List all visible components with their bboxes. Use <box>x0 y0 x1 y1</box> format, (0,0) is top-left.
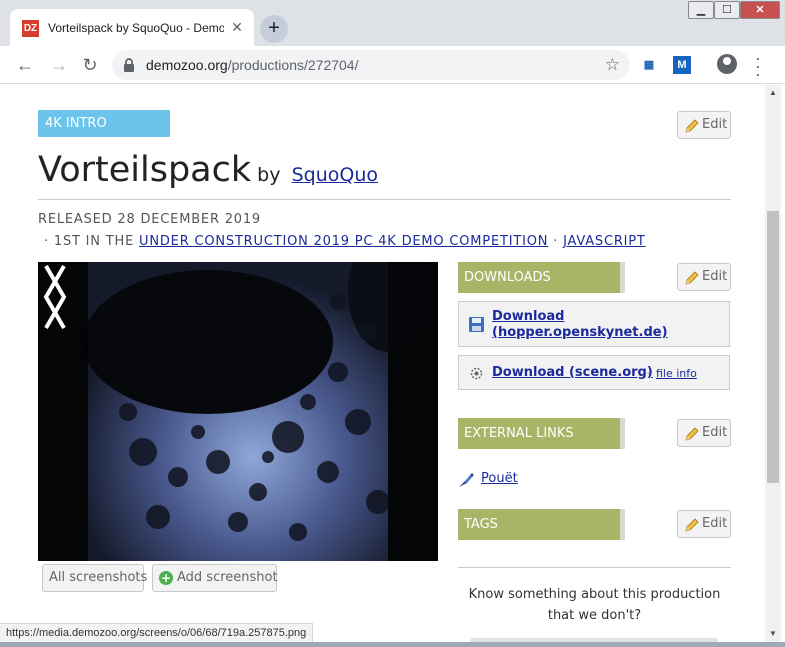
file-info-link[interactable]: file info <box>656 367 697 380</box>
maximize-button[interactable]: ☐ <box>714 1 740 19</box>
scroll-thumb[interactable] <box>767 211 779 483</box>
download-link[interactable]: Download (scene.org) <box>492 365 653 381</box>
add-screenshot-label: Add screenshot <box>177 570 278 585</box>
browser-menu-icon[interactable]: · · · <box>752 49 764 83</box>
extension-icon[interactable]: ▦ <box>640 56 658 74</box>
know-something-prompt: Know something about this production tha… <box>468 587 721 623</box>
screenshot-carousel[interactable] <box>38 262 438 561</box>
production-type-badge[interactable]: 4K INTRO <box>38 110 170 137</box>
production-meta: · 1ST IN THE UNDER CONSTRUCTION 2019 PC … <box>44 234 646 250</box>
meta-bullet: · <box>553 234 559 249</box>
url-path: /productions/272704/ <box>227 57 359 73</box>
page-scrollbar[interactable]: ▲ ▼ <box>765 85 781 642</box>
add-screenshot-button[interactable]: + Add screenshot <box>152 564 278 592</box>
all-screenshots-button[interactable]: All screenshots <box>42 564 147 592</box>
pouet-icon <box>459 473 474 487</box>
close-window-button[interactable]: ✕ <box>740 1 780 19</box>
lock-icon <box>124 58 134 72</box>
download-item: Download (scene.org) - file info <box>458 355 730 390</box>
release-date: RELEASED 28 DECEMBER 2019 <box>38 212 261 227</box>
new-tab-button[interactable]: + <box>260 15 288 43</box>
divider <box>458 567 731 568</box>
downloads-heading: DOWNLOADS <box>458 262 625 293</box>
tab-close-icon[interactable]: ✕ <box>228 18 246 36</box>
tags-heading: TAGS <box>458 509 625 540</box>
tab-title: Vorteilspack by SquoQuo - Demozoo <box>48 21 224 35</box>
edit-production-button[interactable]: Edit <box>677 111 731 139</box>
edit-label: Edit <box>702 117 728 132</box>
browser-toolbar: ← → ↻ demozoo.org/productions/272704/ ☆ … <box>0 46 785 84</box>
screenshot-image <box>38 262 438 561</box>
separator: - <box>647 366 651 379</box>
competition-link[interactable]: UNDER CONSTRUCTION 2019 PC 4K DEMO COMPE… <box>139 234 548 249</box>
favicon: DZ <box>22 20 39 37</box>
edit-downloads-button[interactable]: Edit <box>677 263 731 291</box>
download-item: Download (hopper.openskynet.de) <box>458 301 730 347</box>
scroll-up-arrow-icon[interactable]: ▲ <box>765 85 781 101</box>
pencil-icon <box>685 518 699 532</box>
window-frame <box>0 642 785 647</box>
floppy-icon <box>469 317 484 332</box>
address-bar[interactable]: demozoo.org/productions/272704/ ☆ <box>112 50 630 80</box>
pencil-icon <box>685 271 699 285</box>
add-icon: + <box>159 571 173 585</box>
edit-label: Edit <box>702 516 728 531</box>
platform-link[interactable]: JAVASCRIPT <box>563 234 646 249</box>
edit-label: Edit <box>702 425 728 440</box>
scroll-down-arrow-icon[interactable]: ▼ <box>765 626 781 642</box>
external-links-heading: EXTERNAL LINKS <box>458 418 625 449</box>
edit-tags-button[interactable]: Edit <box>677 510 731 538</box>
edit-label: Edit <box>702 269 728 284</box>
carousel-next-icon[interactable] <box>38 262 72 332</box>
url-text: demozoo.org/productions/272704/ <box>146 57 358 73</box>
author-link[interactable]: SquoQuo <box>292 164 378 186</box>
download-link[interactable]: Download (hopper.openskynet.de) <box>492 309 722 341</box>
page-title: Vorteilspack <box>38 150 252 190</box>
url-domain: demozoo.org <box>146 57 228 73</box>
forward-arrow-icon[interactable]: → <box>47 53 71 77</box>
back-arrow-icon[interactable]: ← <box>13 53 37 77</box>
meta-bullet: · <box>44 234 49 249</box>
browser-titlebar: DZ Vorteilspack by SquoQuo - Demozoo ✕ +… <box>0 0 785 46</box>
status-bar-url: https://media.demozoo.org/screens/o/06/6… <box>0 623 314 642</box>
edit-external-links-button[interactable]: Edit <box>677 419 731 447</box>
pouet-link[interactable]: Pouët <box>481 471 518 486</box>
rank-prefix: 1ST IN THE <box>53 234 135 249</box>
extension-m-icon[interactable]: M <box>673 56 691 74</box>
scene-org-icon <box>470 367 483 380</box>
page-content: 4K INTRO Edit Vorteilspack by SquoQuo REL… <box>0 85 765 642</box>
reload-icon[interactable]: ↻ <box>78 53 102 77</box>
minimize-button[interactable]: ▁ <box>688 1 714 19</box>
pencil-icon <box>685 427 699 441</box>
bookmark-star-icon[interactable]: ☆ <box>605 55 620 75</box>
production-heading: Vorteilspack by SquoQuo <box>38 147 378 198</box>
pencil-icon <box>685 119 699 133</box>
by-label: by <box>257 164 281 186</box>
divider <box>38 199 731 200</box>
browser-tab[interactable]: DZ Vorteilspack by SquoQuo - Demozoo ✕ <box>10 9 254 46</box>
profile-avatar-icon[interactable] <box>717 54 737 74</box>
